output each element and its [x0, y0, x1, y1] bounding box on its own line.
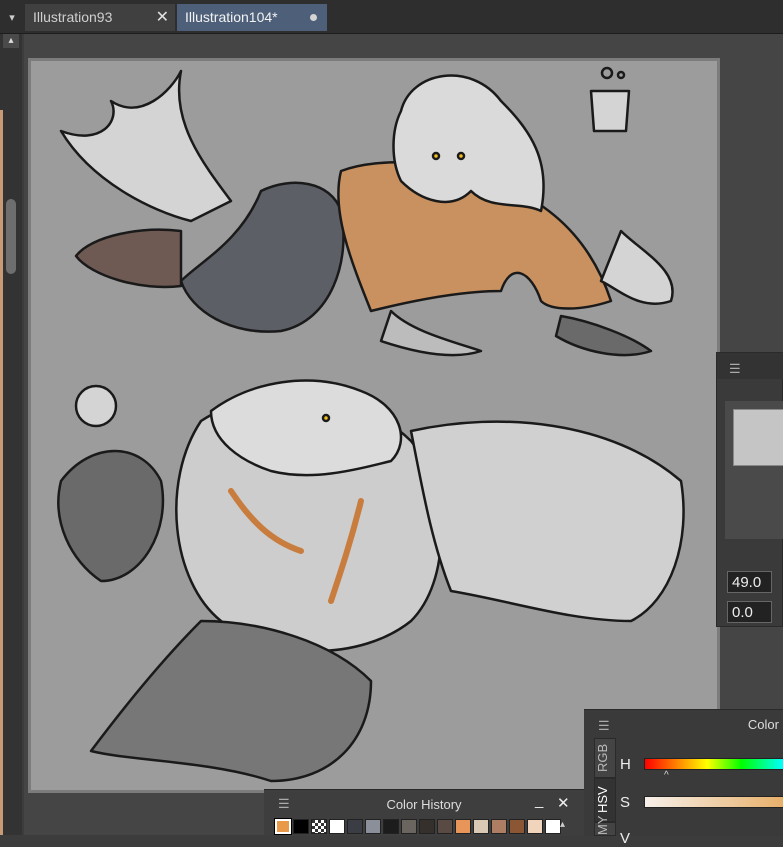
color-swatch[interactable] [545, 819, 561, 834]
color-swatch[interactable] [401, 819, 417, 834]
girl-hand-left [379, 309, 483, 357]
color-swatch[interactable] [365, 819, 381, 834]
navigator-header: ☰ [717, 353, 783, 379]
color-swatch[interactable] [509, 819, 525, 834]
color-swatch[interactable] [437, 819, 453, 834]
saturation-label: S [620, 794, 631, 811]
color-swatch[interactable] [455, 819, 471, 834]
navigator-panel: ☰ 49.0 0.0 [716, 352, 783, 627]
hue-marker-icon[interactable]: ^ [664, 770, 669, 781]
color-swatch[interactable] [329, 819, 345, 834]
panel-title: Color [747, 717, 779, 732]
color-swatch[interactable] [274, 818, 292, 835]
tab-label: Illustration104* [185, 9, 278, 25]
scrollbar-thumb[interactable] [6, 199, 16, 274]
color-swatch[interactable] [311, 819, 327, 834]
hue-slider[interactable] [644, 758, 783, 770]
girl-hair [392, 74, 545, 213]
document-tab-bar: ▾ Illustration93 ✕ Illustration104* [0, 0, 783, 34]
tab-label: Illustration93 [33, 9, 113, 25]
saturation-slider[interactable] [644, 796, 783, 808]
tail-top [59, 69, 233, 223]
color-swatch[interactable] [491, 819, 507, 834]
value-label: V [620, 830, 631, 847]
mug-doodle [589, 89, 631, 133]
tab-illustration104[interactable]: Illustration104* [177, 4, 327, 31]
navigator-thumbnail[interactable] [733, 409, 783, 466]
left-scroll-strip: ▴ [0, 34, 22, 835]
panel-grip-icon[interactable]: ☰ [598, 718, 610, 734]
color-swatch[interactable] [293, 819, 309, 834]
color-swatch[interactable] [527, 819, 543, 834]
navigator-preview-area[interactable] [725, 401, 783, 539]
panel-grip-icon[interactable]: ☰ [729, 361, 741, 377]
color-panel: ☰ Color RGB HSV MY H ^ S V [584, 709, 783, 847]
color-mode-tabs: RGB HSV MY [594, 738, 616, 836]
swatch-row [274, 818, 563, 835]
hue-label: H [620, 756, 631, 773]
minimize-icon[interactable]: _ [535, 792, 543, 809]
girl-boots [74, 228, 183, 289]
color-swatch[interactable] [347, 819, 363, 834]
chevron-up-icon[interactable]: ▴ [560, 819, 572, 834]
unsaved-dot-icon[interactable] [310, 14, 317, 21]
rotation-field[interactable]: 0.0 [727, 601, 772, 623]
color-swatch[interactable] [473, 819, 489, 834]
color-swatch[interactable] [419, 819, 435, 834]
tab-my[interactable]: MY [594, 816, 616, 836]
werewolf-arm-left [57, 449, 165, 583]
tab-rgb[interactable]: RGB [594, 738, 616, 778]
zoom-field[interactable]: 49.0 [727, 571, 772, 593]
scroll-up-icon[interactable]: ▴ [3, 34, 19, 48]
girl-hand-right [554, 314, 653, 357]
color-history-panel: ☰ Color History _ ✕ ▴ [264, 789, 584, 836]
tab-list-chevron-icon[interactable]: ▾ [0, 6, 24, 30]
tab-illustration93[interactable]: Illustration93 ✕ [25, 4, 175, 31]
drawing-canvas[interactable] [28, 58, 720, 793]
skull-doodle [74, 384, 118, 428]
sketch-artwork [57, 66, 685, 783]
close-icon[interactable]: ✕ [557, 794, 570, 812]
left-panel-edge [0, 110, 3, 835]
werewolf-tail [409, 420, 685, 623]
tail-right [599, 229, 674, 305]
close-icon[interactable]: ✕ [156, 4, 169, 31]
color-swatch[interactable] [383, 819, 399, 834]
